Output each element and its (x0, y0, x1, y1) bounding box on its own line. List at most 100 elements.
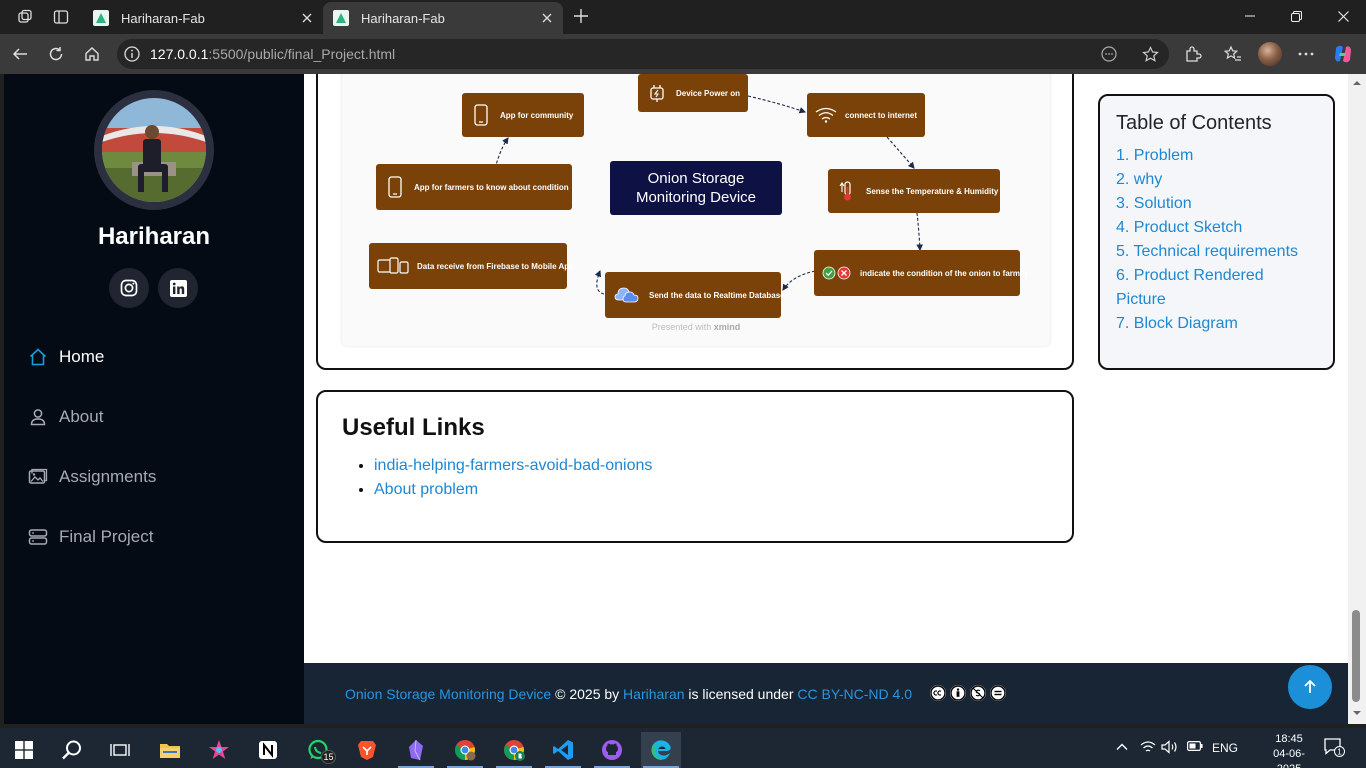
site-info-icon[interactable] (124, 46, 140, 62)
taskbar-notion[interactable] (248, 732, 288, 768)
back-button[interactable] (6, 40, 34, 68)
more-menu-icon[interactable] (1292, 40, 1320, 68)
page-scrollbar[interactable] (1348, 74, 1366, 724)
toc-item-block-diagram[interactable]: 7. Block Diagram (1116, 312, 1316, 336)
taskbar-app-star[interactable] (199, 732, 239, 768)
taskbar-brave[interactable] (347, 732, 387, 768)
new-tab-button[interactable] (569, 4, 593, 28)
toc-title: Table of Contents (1116, 112, 1272, 134)
url-text[interactable]: 127.0.0.1:5500/public/final_Project.html (150, 46, 395, 62)
node-app-farmers: App for farmers to know about condition (376, 164, 572, 210)
search-icon (62, 740, 81, 760)
volume-button[interactable] (1161, 740, 1179, 754)
refresh-button[interactable] (42, 40, 70, 68)
toc-list: 1. Problem 2. why 3. Solution 4. Product… (1116, 144, 1316, 336)
useful-links-card: Useful Links india-helping-farmers-avoid… (316, 390, 1074, 543)
credit-brand: xmind (713, 322, 741, 332)
extensions-icon[interactable] (1179, 40, 1207, 68)
taskbar-edge[interactable] (641, 732, 681, 768)
author-link[interactable]: Hariharan (623, 686, 684, 702)
profile-name: Hariharan (97, 223, 211, 250)
restore-button[interactable] (1273, 0, 1319, 32)
server-icon (26, 525, 50, 549)
favorites-icon[interactable] (1219, 40, 1247, 68)
linkedin-link[interactable] (158, 268, 198, 308)
project-link[interactable]: Onion Storage Monitoring Device (345, 686, 551, 702)
taskbar-clock[interactable]: 18:45 04-06-2025 (1262, 732, 1316, 768)
nd-icon (990, 685, 1006, 701)
taskbar-github-desktop[interactable] (592, 732, 632, 768)
scroll-down-arrow-icon[interactable] (1352, 708, 1362, 718)
notifications-button[interactable]: 1 (1323, 736, 1345, 758)
browser-tab-1[interactable]: Hariharan-Fab (83, 2, 323, 34)
node-label: App for farmers to know about condition (414, 182, 569, 192)
workspaces-icon[interactable] (12, 4, 38, 30)
node-label: App for community (500, 110, 574, 120)
edge-icon (651, 740, 671, 760)
center-title-line-2: Monitoring Device (635, 189, 757, 206)
node-label: connect to internet (845, 110, 918, 120)
person-icon (26, 405, 50, 429)
credit-prefix: Presented with (651, 322, 712, 332)
nav-item-about[interactable]: About (26, 397, 286, 437)
crystal-app-icon (409, 739, 423, 761)
copilot-icon[interactable] (1329, 40, 1357, 68)
link-india-helping-farmers[interactable]: india-helping-farmers-avoid-bad-onions (374, 457, 652, 474)
nav-item-home[interactable]: Home (26, 337, 286, 377)
battery-button[interactable] (1187, 740, 1203, 752)
notification-chat-icon: 1 (1324, 738, 1345, 757)
windows-logo-icon (15, 741, 33, 759)
taskbar-obsidian[interactable] (396, 732, 436, 768)
tab-close-icon[interactable] (299, 10, 315, 26)
linkedin-icon (169, 279, 187, 297)
taskbar-whatsapp[interactable]: 15 (298, 732, 338, 768)
back-to-top-button[interactable] (1288, 665, 1332, 709)
copyright-text: © 2025 by (551, 686, 624, 702)
instagram-link[interactable] (109, 268, 149, 308)
close-window-button[interactable] (1320, 0, 1366, 32)
taskbar-file-explorer[interactable] (150, 732, 190, 768)
link-about-problem[interactable]: About problem (374, 481, 478, 498)
search-button[interactable] (52, 732, 92, 768)
toc-item-problem[interactable]: 1. Problem (1116, 144, 1316, 168)
vertical-tabs-icon[interactable] (48, 4, 74, 30)
toc-item-product-sketch[interactable]: 4. Product Sketch (1116, 216, 1316, 240)
nav-item-assignments[interactable]: Assignments (26, 457, 286, 497)
chevron-up-icon (1116, 743, 1128, 750)
browser-tab-2-active[interactable]: Hariharan-Fab (323, 2, 563, 34)
node-send-realtime-db: Send the data to Realtime Database (605, 272, 785, 318)
home-icon (26, 345, 50, 369)
minimize-button[interactable] (1227, 0, 1273, 32)
profile-avatar[interactable] (1258, 42, 1282, 66)
taskbar-chrome-1[interactable] (445, 732, 485, 768)
sidebar: Hariharan Home About Assignments Final P… (4, 74, 304, 724)
read-aloud-icon[interactable] (1100, 45, 1118, 63)
nav-item-final-project[interactable]: Final Project (26, 517, 286, 557)
center-title-line-1: Onion Storage (647, 170, 745, 187)
taskbar-chrome-2[interactable] (494, 732, 534, 768)
address-bar[interactable]: 127.0.0.1:5500/public/final_Project.html (117, 39, 1169, 69)
node-label: Device Power on (676, 88, 741, 98)
toc-item-technical-requirements[interactable]: 5. Technical requirements (1116, 240, 1316, 264)
taskbar-vscode[interactable] (543, 732, 583, 768)
by-icon (950, 685, 966, 701)
network-button[interactable] (1140, 740, 1156, 754)
favorite-star-icon[interactable] (1141, 45, 1159, 63)
diagram-center-title: Onion Storage Monitoring Device (610, 161, 782, 215)
show-hidden-icons-button[interactable] (1115, 740, 1129, 754)
tab-close-icon[interactable] (539, 10, 555, 26)
scrollbar-thumb[interactable] (1352, 610, 1360, 702)
license-link[interactable]: CC BY-NC-ND 4.0 (797, 686, 912, 702)
input-language[interactable]: ENG (1212, 741, 1238, 755)
scroll-up-arrow-icon[interactable] (1352, 78, 1362, 88)
start-button[interactable] (4, 732, 44, 768)
home-button[interactable] (78, 40, 106, 68)
arrow-up-icon (1304, 679, 1316, 693)
battery-icon (1187, 741, 1203, 752)
nav-label: Assignments (59, 467, 157, 486)
task-view-button[interactable] (100, 732, 140, 768)
toc-item-why[interactable]: 2. why (1116, 168, 1316, 192)
node-app-community: App for community (462, 93, 584, 137)
toc-item-solution[interactable]: 3. Solution (1116, 192, 1316, 216)
toc-item-product-rendered-picture[interactable]: 6. Product Rendered Picture (1116, 264, 1316, 312)
